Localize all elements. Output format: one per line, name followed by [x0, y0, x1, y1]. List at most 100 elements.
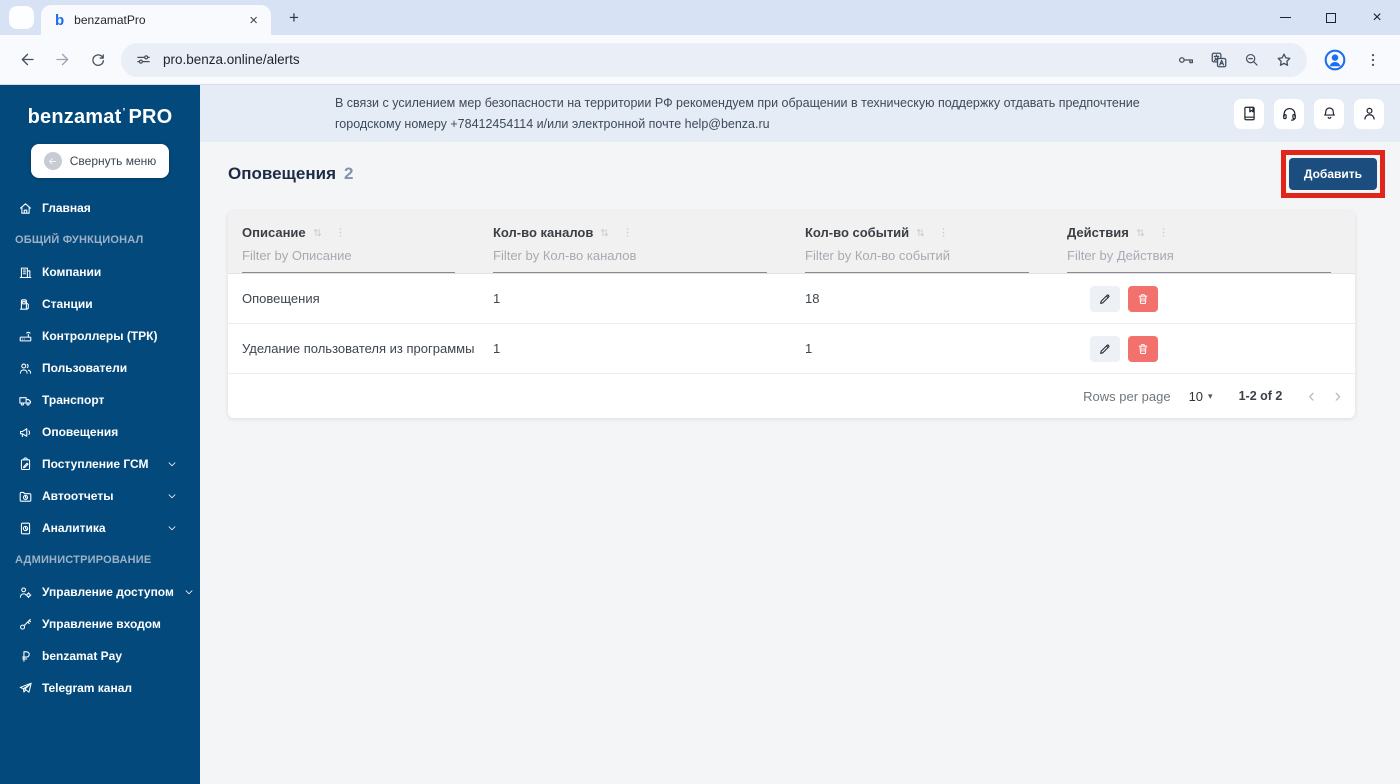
banner-text-line2: городскому номеру +78412454114 и/или эле… [335, 116, 770, 131]
address-bar[interactable]: pro.benza.online/alerts [121, 42, 1307, 77]
header-icon-buttons [1234, 98, 1384, 129]
chevron-down-icon [183, 586, 195, 598]
sidebar-item-login[interactable]: Управление входом [0, 608, 200, 640]
bookmark-star-icon[interactable] [1275, 51, 1293, 69]
sidebar-item-label: Контроллеры (ТРК) [42, 329, 158, 343]
column-menu-icon[interactable] [1157, 226, 1170, 239]
column-header: Кол-во событий [791, 221, 1053, 273]
rows-per-page-select[interactable]: 10 ▾ [1189, 389, 1213, 404]
banner-notice: В связи с усилением мер безопасности на … [335, 93, 1140, 134]
sidebar-item-label: Поступление ГСМ [42, 457, 149, 471]
delete-trash-icon [1136, 342, 1150, 356]
sidebar-item-home[interactable]: Главная [0, 192, 200, 224]
sidebar-item-autoreports[interactable]: Автоотчеты [0, 480, 200, 512]
notifications-button[interactable] [1314, 98, 1344, 129]
fuel-income-icon [18, 456, 33, 472]
sort-icon[interactable] [914, 226, 927, 239]
sort-icon[interactable] [598, 226, 611, 239]
manual-button[interactable] [1234, 98, 1264, 129]
sidebar-item-label: Оповещения [42, 425, 119, 439]
support-icon [1281, 105, 1298, 122]
pay-icon [18, 649, 33, 664]
sidebar-item-companies[interactable]: Компании [0, 256, 200, 288]
add-button[interactable]: Добавить [1288, 158, 1377, 190]
reload-button[interactable] [84, 46, 111, 73]
delete-button[interactable] [1128, 335, 1158, 362]
browser-toolbar: pro.benza.online/alerts [0, 35, 1400, 85]
sidebar-item-label: Главная [42, 201, 91, 215]
column-menu-icon[interactable] [334, 226, 347, 239]
delete-button[interactable] [1128, 285, 1158, 312]
chevron-down-icon [166, 522, 178, 534]
filter-input[interactable] [1067, 245, 1331, 273]
edit-button[interactable] [1090, 285, 1120, 312]
collapse-menu-button[interactable]: Свернуть меню [30, 144, 170, 178]
sidebar-item-telegram[interactable]: Telegram канал [0, 672, 200, 704]
sidebar-item-users[interactable]: Пользователи [0, 352, 200, 384]
arrow-left-icon [43, 152, 62, 170]
back-button[interactable] [14, 46, 41, 73]
cell-channels: 1 [493, 291, 501, 306]
companies-icon [18, 265, 33, 280]
sidebar-item-pay[interactable]: benzamat Pay [0, 640, 200, 672]
tab-search-chevron-icon[interactable] [9, 6, 34, 29]
column-menu-icon[interactable] [621, 226, 634, 239]
edit-button[interactable] [1090, 335, 1120, 362]
column-header: Кол-во каналов [479, 221, 791, 273]
main-area: Оповещения2 Добавить ОписаниеКол-во кана… [200, 142, 1400, 784]
browser-profile-avatar[interactable] [1322, 47, 1348, 73]
sort-icon[interactable] [1134, 226, 1147, 239]
sidebar-item-label: Транспорт [42, 393, 105, 407]
sidebar-item-analytics[interactable]: Аналитика [0, 512, 200, 544]
sidebar-item-label: Управление входом [42, 617, 161, 631]
profile-button[interactable] [1354, 98, 1384, 129]
sidebar-menu: Главная ОБЩИЙ ФУНКЦИОНАЛ Компании Станции Ко… [0, 192, 200, 704]
zoom-out-icon[interactable] [1243, 51, 1260, 68]
new-tab-button[interactable]: + [282, 7, 306, 29]
sort-icon[interactable] [311, 226, 324, 239]
users-icon [18, 361, 33, 376]
sidebar-item-label: Пользователи [42, 361, 128, 375]
sidebar-item-alerts[interactable]: Оповещения [0, 416, 200, 448]
url-text[interactable]: pro.benza.online/alerts [163, 52, 1177, 67]
column-menu-icon[interactable] [937, 226, 950, 239]
browser-titlebar: b benzamatPro × + × [0, 0, 1400, 35]
access-icon [18, 585, 33, 600]
edit-pencil-icon [1098, 342, 1112, 356]
cell-events: 18 [805, 291, 820, 306]
stations-icon [18, 297, 33, 312]
filter-input[interactable] [805, 245, 1029, 273]
forward-button[interactable] [49, 46, 76, 73]
notifications-icon [1321, 105, 1338, 122]
sidebar-item-stations[interactable]: Станции [0, 288, 200, 320]
sidebar-item-controllers[interactable]: Контроллеры (ТРК) [0, 320, 200, 352]
site-settings-icon[interactable] [135, 51, 152, 68]
window-minimize-button[interactable] [1262, 0, 1308, 35]
sidebar-item-fuel-income[interactable]: Поступление ГСМ [0, 448, 200, 480]
filter-input[interactable] [493, 245, 767, 273]
browser-tab[interactable]: b benzamatPro × [41, 5, 271, 35]
table-pagination: Rows per page 10 ▾ 1-2 of 2 ‹ › [228, 374, 1355, 418]
prev-page-button[interactable]: ‹ [1308, 387, 1314, 406]
password-key-icon[interactable] [1177, 51, 1195, 69]
delete-trash-icon [1136, 292, 1150, 306]
sidebar-item-access[interactable]: Управление доступом [0, 576, 200, 608]
sidebar-item-label: Аналитика [42, 521, 106, 535]
window-close-button[interactable]: × [1354, 0, 1400, 35]
filter-input[interactable] [242, 245, 455, 273]
translate-icon[interactable] [1210, 51, 1228, 69]
column-label: Действия [1067, 224, 1129, 240]
sidebar-item-transport[interactable]: Транспорт [0, 384, 200, 416]
column-header: Действия [1053, 221, 1355, 273]
browser-menu-icon[interactable] [1359, 46, 1386, 73]
next-page-button[interactable]: › [1335, 387, 1341, 406]
support-button[interactable] [1274, 98, 1304, 129]
column-label: Описание [242, 224, 306, 240]
chevron-down-icon [166, 490, 178, 502]
chevron-down-icon: ▾ [1208, 390, 1213, 401]
sidebar-item-label: Компании [42, 265, 102, 279]
top-banner: В связи с усилением мер безопасности на … [200, 85, 1400, 142]
window-maximize-button[interactable] [1308, 0, 1354, 35]
tab-close-icon[interactable]: × [246, 12, 261, 29]
cell-actions [1053, 285, 1355, 312]
